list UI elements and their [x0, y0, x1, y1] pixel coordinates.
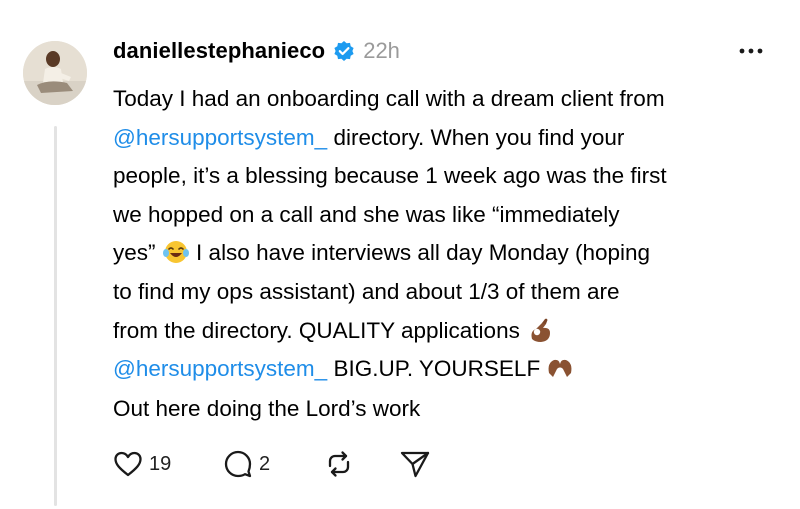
share-icon: [399, 449, 431, 479]
like-button[interactable]: 19: [113, 448, 171, 480]
post-body: Today I had an onboarding call with a dr…: [113, 80, 793, 389]
thread-post: daniellestephanieco 22h Today I had an o…: [0, 0, 800, 509]
heart-hands-emoji: [546, 355, 574, 381]
repost-icon: [324, 449, 354, 479]
share-button[interactable]: [399, 448, 431, 480]
ok-hand-emoji: [526, 317, 554, 343]
post-line: @hersupportsystem_ directory. When you f…: [113, 124, 625, 150]
post-line: people, it’s a blessing because 1 week a…: [113, 163, 667, 189]
thread-line: [54, 126, 57, 506]
avatar[interactable]: [23, 41, 87, 105]
reply-button[interactable]: 2: [223, 448, 270, 480]
laughing-tears-emoji: [162, 239, 190, 265]
comment-icon: [223, 449, 253, 479]
post-header: daniellestephanieco 22h: [113, 36, 400, 66]
like-count: 19: [149, 452, 172, 475]
repost-button[interactable]: [324, 448, 354, 480]
reply-count: 2: [259, 452, 271, 475]
more-options-icon[interactable]: [737, 44, 765, 58]
post-line: from the directory. QUALITY applications: [113, 312, 793, 351]
post-line: Today I had an onboarding call with a dr…: [113, 86, 665, 111]
username[interactable]: daniellestephanieco: [113, 38, 325, 64]
timestamp: 22h: [363, 38, 400, 63]
post-line: @hersupportsystem_ BIG.UP. YOURSELF: [113, 350, 793, 389]
mention-link[interactable]: @hersupportsystem_: [113, 125, 327, 150]
post-line: to find my ops assistant) and about 1/3 …: [113, 278, 620, 304]
mention-link[interactable]: @hersupportsystem_: [113, 356, 327, 381]
post-closing-line: Out here doing the Lord’s work: [113, 396, 421, 421]
post-line: we hopped on a call and she was like “im…: [113, 201, 620, 227]
heart-icon: [113, 450, 143, 478]
verified-badge-icon: [333, 40, 355, 62]
post-line: yes” I also have interviews all day Mond…: [113, 239, 651, 266]
